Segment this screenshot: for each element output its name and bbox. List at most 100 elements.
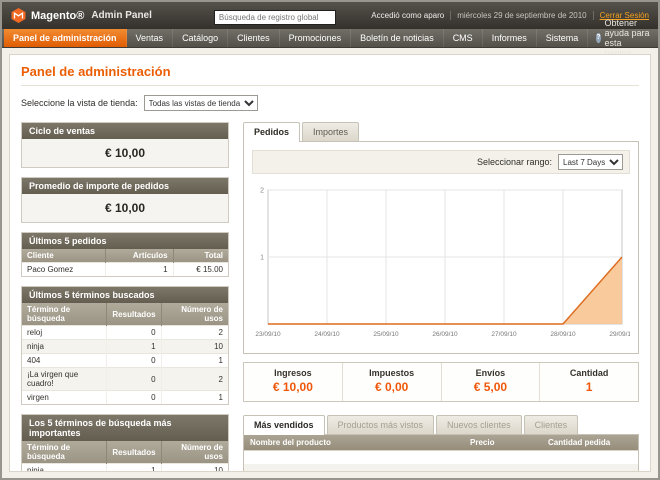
- store-view-select[interactable]: Todas las vistas de tienda: [144, 95, 258, 111]
- svg-text:25/09/10: 25/09/10: [373, 331, 399, 338]
- column-header: Artículos: [106, 249, 173, 263]
- range-select[interactable]: Last 7 Days: [558, 154, 623, 170]
- total-label: Ingresos: [248, 368, 338, 378]
- table-row: ninja110: [22, 340, 228, 354]
- brand-name: Magento®: [31, 10, 84, 22]
- nav-item-catalog[interactable]: Catálogo: [173, 29, 228, 47]
- svg-text:1: 1: [260, 255, 264, 262]
- magento-logo-icon: [11, 8, 26, 23]
- svg-text:2: 2: [260, 188, 264, 195]
- top-header-bar: Magento® Admin Panel Accedió como aparo …: [2, 2, 658, 29]
- nav-item-cms[interactable]: CMS: [444, 29, 483, 47]
- svg-text:27/09/10: 27/09/10: [491, 331, 517, 338]
- column-header: Número de usos: [161, 303, 228, 326]
- panel-last-search-terms: Últimos 5 términos buscados Término de b…: [21, 286, 229, 405]
- panel-lifetime-sales: Ciclo de ventas € 10,00: [21, 122, 229, 168]
- global-search: [214, 7, 336, 25]
- table-cell: 10: [161, 464, 228, 473]
- chart-tabs: Pedidos Importes: [243, 122, 639, 141]
- table-cell: ¡La virgen que cuadro!: [22, 368, 107, 391]
- panel-average-order: Promedio de importe de pedidos € 10,00: [21, 177, 229, 223]
- totals-bar: Ingresos € 10,00 Impuestos € 0,00 Envíos…: [243, 362, 639, 402]
- orders-chart: 1223/09/1024/09/1025/09/1026/09/1027/09/…: [252, 182, 630, 345]
- logged-in-as: Accedió como aparo: [371, 11, 444, 20]
- tab-orders[interactable]: Pedidos: [243, 122, 300, 142]
- table-header-row: Término de búsquedaResultadosNúmero de u…: [22, 441, 228, 464]
- tab-customers[interactable]: Clientes: [524, 415, 579, 434]
- total-value: € 10,00: [248, 380, 338, 394]
- table-cell: Paco Gomez: [22, 263, 106, 277]
- table-cell: € 15.00: [173, 263, 228, 277]
- table-cell: 1: [107, 340, 161, 354]
- panel-last-orders: Últimos 5 pedidos ClienteArtículosTotalP…: [21, 232, 229, 277]
- total-label: Envíos: [446, 368, 536, 378]
- total-label: Cantidad: [544, 368, 634, 378]
- current-date: miércoles 29 de septiembre de 2010: [457, 11, 586, 20]
- table-cell: 0: [107, 391, 161, 405]
- tab-most-viewed[interactable]: Productos más vistos: [327, 415, 435, 434]
- table-cell: ninja: [22, 340, 107, 354]
- nav-item-customers[interactable]: Clientes: [228, 29, 280, 47]
- grid-header-row: Nombre del producto Precio Cantidad pedi…: [244, 435, 638, 450]
- table-cell: 0: [107, 326, 161, 340]
- nav-item-newsletter[interactable]: Boletín de noticias: [351, 29, 444, 47]
- grid-empty-message: No se encontraron registros.: [244, 450, 638, 472]
- table-cell: 0: [107, 354, 161, 368]
- total-shipping: Envíos € 5,00: [441, 363, 540, 401]
- bestsellers-grid: Nombre del producto Precio Cantidad pedi…: [243, 434, 639, 472]
- bottom-tabs: Más vendidos Productos más vistos Nuevos…: [243, 415, 639, 434]
- range-selector-bar: Seleccionar rango: Last 7 Days: [252, 150, 630, 174]
- table-row: ¡La virgen que cuadro!02: [22, 368, 228, 391]
- column-header: Término de búsqueda: [22, 441, 107, 464]
- table-header-row: Término de búsquedaResultadosNúmero de u…: [22, 303, 228, 326]
- total-tax: Impuestos € 0,00: [342, 363, 441, 401]
- panel-title: Últimos 5 términos buscados: [22, 287, 228, 303]
- column-header: Término de búsqueda: [22, 303, 107, 326]
- tab-new-customers[interactable]: Nuevos clientes: [436, 415, 522, 434]
- global-search-input[interactable]: [214, 10, 336, 25]
- store-view-switcher: Seleccione la vista de tienda: Todas las…: [21, 95, 639, 111]
- dashboard-right-column: Pedidos Importes Seleccionar rango: Last…: [243, 122, 639, 472]
- tab-amounts[interactable]: Importes: [302, 122, 359, 141]
- total-value: € 5,00: [446, 380, 536, 394]
- orders-tab-panel: Seleccionar rango: Last 7 Days 1223/09/1…: [243, 141, 639, 354]
- table-cell: 2: [161, 368, 228, 391]
- tab-bestsellers[interactable]: Más vendidos: [243, 415, 325, 435]
- nav-item-system[interactable]: Sistema: [537, 29, 589, 47]
- page-help-link[interactable]: ? Obtener ayuda para esta página: [588, 29, 658, 47]
- page-title: Panel de administración: [21, 64, 639, 79]
- panel-title: Últimos 5 pedidos: [22, 233, 228, 249]
- last-orders-table: ClienteArtículosTotalPaco Gomez1€ 15.00: [22, 249, 228, 276]
- nav-item-dashboard[interactable]: Panel de administración: [4, 29, 127, 47]
- brand-subtitle: Admin Panel: [91, 10, 152, 21]
- content-area: Panel de administración Seleccione la vi…: [9, 54, 651, 472]
- separator: [593, 11, 594, 20]
- table-cell: virgen: [22, 391, 107, 405]
- column-header: Resultados: [107, 441, 161, 464]
- table-header-row: ClienteArtículosTotal: [22, 249, 228, 263]
- panel-title: Los 5 términos de búsqueda más important…: [22, 415, 228, 441]
- nav-item-sales[interactable]: Ventas: [127, 29, 174, 47]
- help-icon: ?: [596, 33, 600, 43]
- table-row: 40401: [22, 354, 228, 368]
- dashboard: Ciclo de ventas € 10,00 Promedio de impo…: [21, 122, 639, 472]
- table-cell: 1: [107, 464, 161, 473]
- bottom-grids-block: Más vendidos Productos más vistos Nuevos…: [243, 415, 639, 472]
- total-value: 1: [544, 380, 634, 394]
- table-cell: 10: [161, 340, 228, 354]
- table-cell: 1: [106, 263, 173, 277]
- last-search-terms-table: Término de búsquedaResultadosNúmero de u…: [22, 303, 228, 404]
- panel-title: Ciclo de ventas: [22, 123, 228, 139]
- column-header-quantity: Cantidad pedida: [542, 435, 638, 450]
- chart-wrap: 1223/09/1024/09/1025/09/1026/09/1027/09/…: [252, 174, 630, 345]
- column-header-product: Nombre del producto: [244, 435, 464, 450]
- panel-top-search-terms: Los 5 términos de búsqueda más important…: [21, 414, 229, 472]
- nav-item-promotions[interactable]: Promociones: [280, 29, 352, 47]
- range-label: Seleccionar rango:: [477, 157, 552, 167]
- table-row: Paco Gomez1€ 15.00: [22, 263, 228, 277]
- column-header: Total: [173, 249, 228, 263]
- store-view-label: Seleccione la vista de tienda:: [21, 98, 138, 108]
- svg-text:24/09/10: 24/09/10: [314, 331, 340, 338]
- nav-item-reports[interactable]: Informes: [483, 29, 537, 47]
- table-cell: 1: [161, 354, 228, 368]
